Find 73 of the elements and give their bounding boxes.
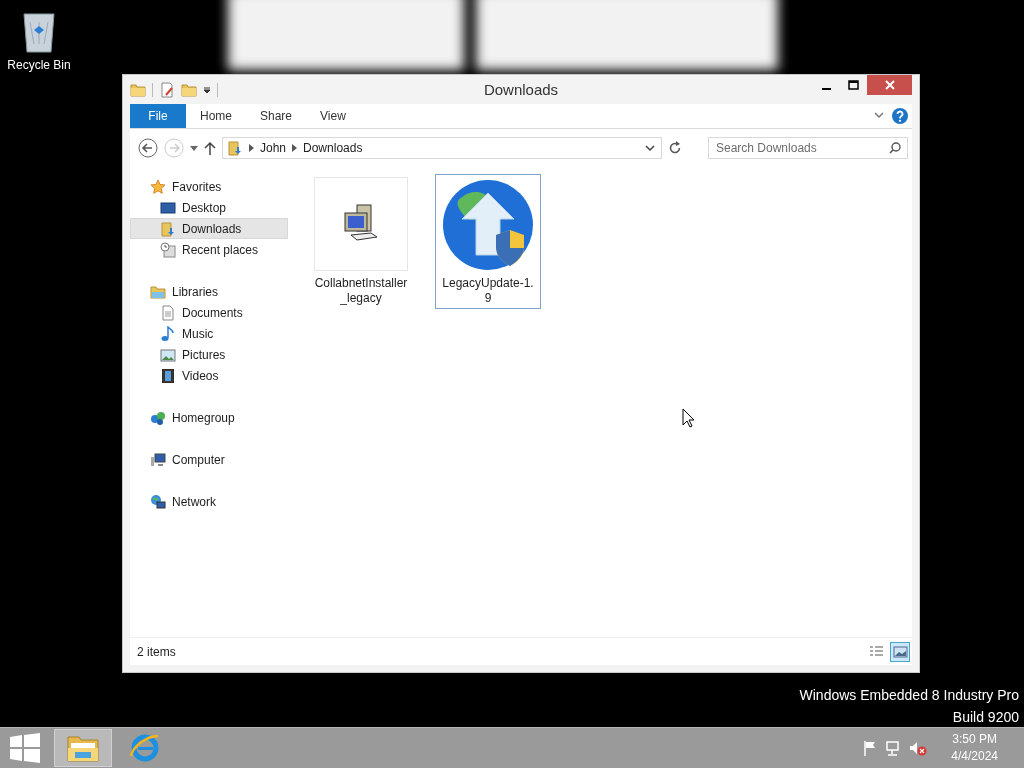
file-menu-tab[interactable]: File xyxy=(130,104,186,128)
large-icons-view-icon xyxy=(891,643,909,660)
file-name: CollabnetInstaller_legacy xyxy=(313,276,409,306)
back-button[interactable] xyxy=(138,138,158,158)
library-folder-icon xyxy=(150,283,166,300)
search-icon[interactable] xyxy=(889,142,901,154)
breadcrumb-link[interactable]: John xyxy=(260,141,287,155)
expand-ribbon-icon[interactable] xyxy=(874,112,884,120)
homegroup-icon xyxy=(150,409,166,426)
download-folder-icon xyxy=(160,220,176,237)
desktop-icon-label: Recycle Bin xyxy=(7,58,71,72)
monitor-icon xyxy=(160,199,176,216)
maximize-icon xyxy=(848,80,859,90)
file-item[interactable]: LegacyUpdate-1.9 xyxy=(435,174,541,309)
folder-icon xyxy=(67,734,99,762)
minimize-icon xyxy=(822,88,831,90)
ribbon-tab[interactable]: Share xyxy=(246,104,307,128)
nav-item[interactable]: Music xyxy=(130,323,288,344)
taskbar-app-button[interactable] xyxy=(54,729,112,767)
address-bar[interactable]: John Downloads xyxy=(222,137,662,159)
ribbon-tab[interactable]: View xyxy=(306,104,360,128)
file-name: LegacyUpdate-1.9 xyxy=(441,276,535,306)
search-field[interactable]: Search Downloads xyxy=(708,137,908,159)
recent-places-icon xyxy=(160,241,176,258)
nav-item[interactable]: Pictures xyxy=(130,344,288,365)
star-icon xyxy=(150,178,166,195)
caret-icon[interactable] xyxy=(203,85,211,94)
chevron-icon[interactable] xyxy=(249,144,254,152)
item-count: 2 items xyxy=(137,644,176,659)
speaker-muted-icon[interactable] xyxy=(909,740,928,756)
file-item[interactable]: CollabnetInstaller_legacy xyxy=(308,174,414,309)
nav-item[interactable]: Recent places xyxy=(130,239,288,260)
nav-item[interactable]: Network xyxy=(130,491,288,512)
music-note-icon xyxy=(160,325,176,342)
download-folder-icon xyxy=(227,140,243,156)
picture-icon xyxy=(160,346,176,363)
nav-item[interactable]: Favorites xyxy=(130,176,288,197)
nav-item[interactable]: Computer xyxy=(130,449,288,470)
globe-upload-shield-icon xyxy=(442,179,534,271)
nav-item[interactable]: Desktop xyxy=(130,197,288,218)
desktop-icon[interactable]: Recycle Bin xyxy=(4,8,74,72)
document-icon xyxy=(160,304,176,321)
edition-text: Build 9200 xyxy=(952,708,1019,727)
nav-item[interactable]: Homegroup xyxy=(130,407,288,428)
film-strip-icon xyxy=(160,367,176,384)
window-title: Downloads xyxy=(483,81,559,98)
ribbon-tab[interactable]: Home xyxy=(186,104,246,128)
edition-text: Windows Embedded 8 Industry Pro xyxy=(799,686,1019,705)
clock-date: 4/4/2024 xyxy=(951,748,998,765)
computer-icon xyxy=(150,451,166,468)
nav-item[interactable]: Downloads xyxy=(130,218,288,239)
recent-locations-icon[interactable] xyxy=(190,145,198,151)
up-arrow-icon[interactable] xyxy=(204,141,216,155)
large-icons-view-button[interactable] xyxy=(890,641,910,662)
close-button[interactable] xyxy=(867,75,912,95)
properties-icon[interactable] xyxy=(159,81,175,98)
breadcrumb-link[interactable]: Downloads xyxy=(303,141,363,155)
help-icon[interactable] xyxy=(892,108,908,124)
windows-logo-icon xyxy=(10,733,40,763)
flag-icon[interactable] xyxy=(863,740,878,756)
close-icon xyxy=(884,80,895,90)
internet-explorer-icon xyxy=(129,732,161,764)
refresh-icon[interactable] xyxy=(668,141,682,155)
chevron-icon[interactable] xyxy=(292,144,298,152)
dropdown-icon[interactable] xyxy=(645,144,655,152)
folder-icon xyxy=(130,81,146,98)
nav-item[interactable]: Libraries xyxy=(130,281,288,302)
mouse-cursor-icon xyxy=(682,408,695,428)
new-folder-icon xyxy=(181,81,197,98)
nav-item[interactable]: Videos xyxy=(130,365,288,386)
nav-item[interactable]: Documents xyxy=(130,302,288,323)
clock-time: 3:50 PM xyxy=(952,731,997,748)
network-icon xyxy=(150,493,166,510)
